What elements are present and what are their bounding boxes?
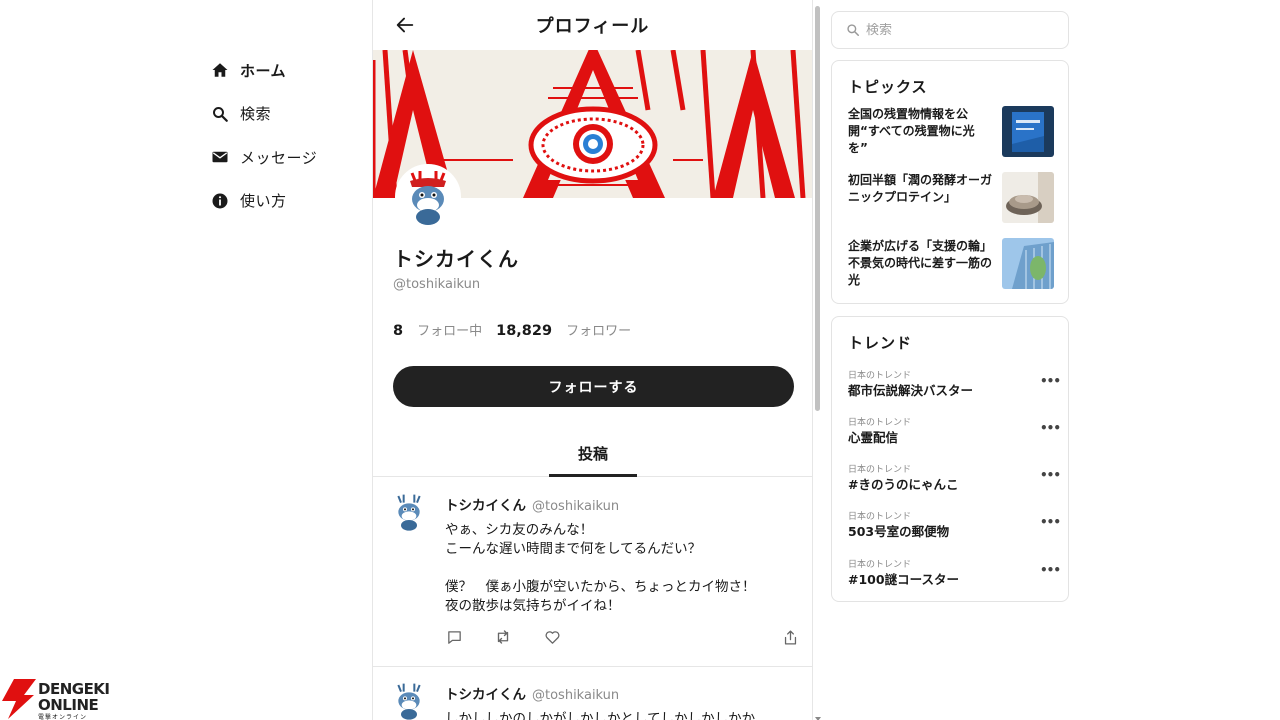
nav-label-search: 検索: [240, 105, 272, 123]
building-thumbnail-image: [1002, 238, 1054, 289]
trend-name: 503号室の郵便物: [848, 524, 950, 539]
post-body: やぁ、シカ友のみんな！ こーんな遅い時間まで何をしてるんだい？ 僕？ 僕ぁ小腹が…: [445, 522, 756, 614]
protein-powder-thumbnail-image: [1002, 172, 1054, 223]
nav-item-home[interactable]: ホーム: [210, 57, 360, 83]
nav-label-help: 使い方: [240, 192, 287, 210]
follow-stats: 8 フォロー中 18,829 フォロワー: [393, 320, 645, 339]
topics-title: トピックス: [848, 78, 928, 96]
nav-item-help[interactable]: 使い方: [210, 188, 360, 214]
profile-name: トシカイくん: [393, 247, 519, 271]
like-icon[interactable]: [543, 628, 561, 646]
topic-item[interactable]: 企業が広げる「支援の輪」 不景気の時代に差す一筋の光: [848, 238, 1054, 290]
trend-name: 都市伝説解決バスター: [848, 383, 974, 398]
info-icon: [210, 191, 230, 211]
deer-mascot-avatar-image: [397, 494, 421, 531]
profile-tabs: 投稿: [373, 432, 812, 477]
trends-card: トレンド 日本のトレンド 都市伝説解決バスター ••• 日本のトレンド 心霊配信…: [831, 316, 1069, 602]
back-button[interactable]: [393, 13, 417, 37]
search-box[interactable]: [831, 11, 1069, 49]
topic-text: 初回半額「潤の発酵オーガニックプロテイン」: [848, 173, 993, 204]
left-nav: ホーム 検索 メッセージ 使い方: [210, 57, 360, 231]
watermark-line3: 電撃オンライン: [38, 714, 88, 720]
profile-column: プロフィール トシカイくん @toshikaikun 8 フォロー中 18,82…: [372, 0, 813, 720]
more-options-icon[interactable]: •••: [1040, 374, 1061, 388]
nav-item-search[interactable]: 検索: [210, 101, 360, 127]
profile-avatar[interactable]: [395, 164, 461, 230]
lightning-bolt-icon: [2, 679, 36, 719]
arrow-left-icon: [396, 17, 414, 33]
nav-label-home: ホーム: [240, 61, 287, 80]
search-icon: [210, 104, 230, 124]
mail-icon: [210, 147, 230, 167]
topic-thumbnail: [1002, 106, 1054, 157]
tab-posts[interactable]: 投稿: [549, 432, 637, 477]
post-item[interactable]: トシカイくん @toshikaikun やぁ、シカ友のみんな！ こーんな遅い時間ま…: [373, 478, 812, 667]
trend-name: #きのうのにゃんこ: [848, 477, 959, 492]
topic-thumbnail: [1002, 172, 1054, 223]
page-title: プロフィール: [535, 16, 650, 37]
more-options-icon[interactable]: •••: [1040, 468, 1061, 482]
post-body: しかししかのしかがしかしかとしてしかしかしかか: [445, 711, 756, 720]
more-options-icon[interactable]: •••: [1040, 421, 1061, 435]
dengeki-online-watermark: DENGEKI ONLINE 電撃オンライン: [0, 678, 125, 720]
profile-header: プロフィール: [373, 0, 812, 50]
topic-item[interactable]: 初回半額「潤の発酵オーガニックプロテイン」: [848, 172, 1054, 224]
deer-mascot-avatar-image: [398, 167, 458, 227]
post-header: トシカイくん @toshikaikun: [445, 494, 619, 514]
scrollbar-thumb[interactable]: [815, 6, 820, 411]
post-handle: @toshikaikun: [532, 499, 620, 514]
trend-item[interactable]: 日本のトレンド 心霊配信 •••: [848, 415, 1061, 451]
post-author[interactable]: トシカイくん: [445, 498, 526, 514]
trend-item[interactable]: 日本のトレンド 都市伝説解決バスター •••: [848, 368, 1061, 404]
blue-package-thumbnail-image: [1002, 106, 1054, 157]
share-icon[interactable]: [781, 628, 799, 646]
reply-icon[interactable]: [445, 628, 463, 646]
search-icon: [847, 24, 860, 37]
topic-text: 企業が広げる「支援の輪」 不景気の時代に差す一筋の光: [848, 239, 993, 287]
post-avatar[interactable]: [389, 492, 429, 532]
more-options-icon[interactable]: •••: [1040, 563, 1061, 577]
following-label[interactable]: フォロー中: [417, 320, 482, 339]
post-actions: [445, 628, 800, 648]
trend-name: #100謎コースター: [848, 572, 959, 587]
trends-title: トレンド: [848, 334, 913, 352]
nav-item-messages[interactable]: メッセージ: [210, 144, 360, 170]
scroll-down-arrow-icon[interactable]: [814, 708, 822, 720]
nav-label-messages: メッセージ: [240, 148, 318, 167]
post-handle: @toshikaikun: [532, 688, 620, 703]
topic-thumbnail: [1002, 238, 1054, 289]
more-options-icon[interactable]: •••: [1040, 515, 1061, 529]
post-item[interactable]: トシカイくん @toshikaikun しかししかのしかがしかしかとしてしかしかし…: [373, 667, 812, 720]
repost-icon[interactable]: [494, 628, 512, 646]
search-input[interactable]: [866, 22, 1046, 38]
trend-name: 心霊配信: [848, 430, 899, 445]
trend-item[interactable]: 日本のトレンド 503号室の郵便物 •••: [848, 509, 1061, 545]
following-count[interactable]: 8: [393, 323, 403, 339]
profile-handle: @toshikaikun: [393, 277, 481, 292]
trend-item[interactable]: 日本のトレンド #100謎コースター •••: [848, 557, 1061, 593]
post-avatar[interactable]: [389, 681, 429, 720]
topics-card: トピックス 全国の残置物情報を公開“すべての残置物に光を” 初回半額「潤の発酵オ…: [831, 60, 1069, 304]
followers-count[interactable]: 18,829: [496, 323, 552, 339]
post-author[interactable]: トシカイくん: [445, 687, 526, 703]
follow-button[interactable]: フォローする: [393, 366, 794, 407]
home-icon: [210, 60, 230, 80]
topic-text: 全国の残置物情報を公開“すべての残置物に光を”: [848, 107, 975, 155]
post-header: トシカイくん @toshikaikun: [445, 683, 619, 703]
followers-label[interactable]: フォロワー: [566, 320, 631, 339]
trend-item[interactable]: 日本のトレンド #きのうのにゃんこ •••: [848, 462, 1061, 498]
topic-item[interactable]: 全国の残置物情報を公開“すべての残置物に光を”: [848, 106, 1054, 158]
deer-mascot-avatar-image: [397, 683, 421, 720]
